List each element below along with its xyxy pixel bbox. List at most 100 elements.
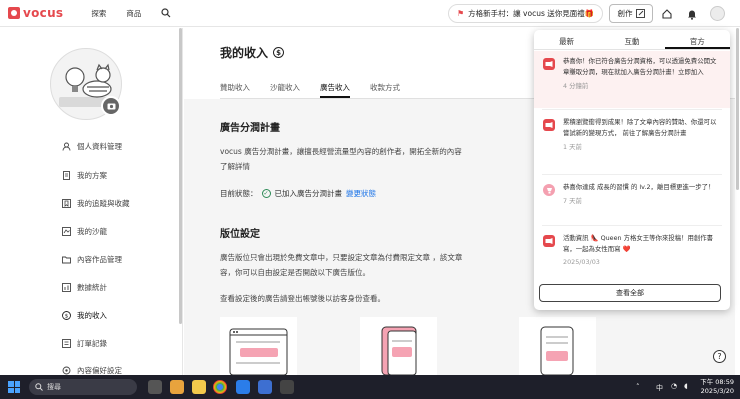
divider xyxy=(542,109,722,110)
sidebar-item-label: 我的方案 xyxy=(77,171,107,180)
chrome-icon[interactable] xyxy=(213,380,227,394)
person-icon xyxy=(62,142,71,151)
notification-text: 累積瀏覽衝得到成果！除了文章內容的贊助、你還可以嘗試新的變現方式， 前往了解廣告… xyxy=(563,118,717,137)
nav-products-link[interactable]: 商品 xyxy=(126,8,141,19)
help-icon[interactable]: ? xyxy=(713,350,726,363)
ad-slot-card-2[interactable] xyxy=(360,317,437,377)
input-language[interactable]: 中 xyxy=(656,383,663,393)
ad-slot-illustration xyxy=(229,328,288,376)
settings-app-icon[interactable] xyxy=(280,380,294,394)
ad-program-desc-line2[interactable]: 了解詳情 xyxy=(220,159,540,174)
dollar-circle-icon: $ xyxy=(273,47,285,58)
change-status-link[interactable]: 變更狀態 xyxy=(346,188,376,199)
notification-text: 活動資訊 👠 Queen 方格女王等你來投稿！用創作書寫，一起為女性而寫 ❤️ xyxy=(563,234,714,253)
search-icon[interactable] xyxy=(161,8,171,18)
camera-icon[interactable] xyxy=(101,96,121,116)
sidebar-item-follows[interactable]: 我的追蹤與收藏 xyxy=(62,198,130,209)
status-label: 目前狀態： xyxy=(220,189,258,198)
notification-bell-icon[interactable] xyxy=(686,8,698,20)
slot-settings-title: 版位設定 xyxy=(220,229,260,240)
newbie-promo-banner[interactable]: ⚑ 方格新手村：讓 vocus 送你見面禮🎁 xyxy=(448,4,603,23)
gift-flag-icon: ⚑ xyxy=(457,9,465,18)
folder-icon xyxy=(62,255,71,264)
sidebar-item-profile[interactable]: 個人資料管理 xyxy=(62,141,122,152)
tab-latest[interactable]: 最新 xyxy=(534,30,599,49)
page-scrollbar-thumb[interactable] xyxy=(736,28,739,190)
slot-desc-line2: 容，你可以自由設定是否開啟以下廣告版位。 xyxy=(220,268,370,277)
windows-start-icon[interactable] xyxy=(8,381,20,393)
file-explorer-icon[interactable] xyxy=(170,380,184,394)
wifi-icon[interactable]: ◔ xyxy=(671,382,677,390)
create-button[interactable]: 創作 xyxy=(609,4,653,23)
taskbar-search[interactable]: 搜尋 xyxy=(29,379,137,395)
page-title: 我的收入 $ xyxy=(220,44,285,61)
view-all-button[interactable]: 查看全部 xyxy=(539,284,721,302)
taskbar-search-placeholder: 搜尋 xyxy=(47,383,61,391)
edit-icon xyxy=(635,9,645,18)
sidebar-item-label: 我的收入 xyxy=(77,311,107,320)
clock-date: 2025/3/20 xyxy=(700,387,734,395)
tab-sponsor-income[interactable]: 贊助收入 xyxy=(220,78,250,98)
sidebar-item-label: 我的追蹤與收藏 xyxy=(77,199,130,208)
logo-mark-icon xyxy=(8,7,20,19)
sticky-notes-icon[interactable] xyxy=(192,380,206,394)
sidebar-item-label: 內容作品管理 xyxy=(77,255,122,264)
page-scrollbar[interactable] xyxy=(735,28,740,375)
page-title-text: 我的收入 xyxy=(220,46,269,60)
notification-item[interactable]: 累積瀏覽衝得到成果！除了文章內容的贊助、你還可以嘗試新的變現方式， 前往了解廣告… xyxy=(534,112,730,172)
sidebar-item-stats[interactable]: 數據統計 xyxy=(62,282,107,293)
user-avatar[interactable] xyxy=(710,6,725,21)
chart-icon xyxy=(62,283,71,292)
tab-payment-method[interactable]: 收款方式 xyxy=(370,78,400,98)
nav-explore-link[interactable]: 探索 xyxy=(91,8,106,19)
tray-chevron-icon[interactable]: ˄ xyxy=(636,383,640,391)
sidebar-item-content[interactable]: 內容作品管理 xyxy=(62,254,122,265)
mail-icon[interactable] xyxy=(236,380,250,394)
sidebar-item-orders[interactable]: 訂單記錄 xyxy=(62,338,107,349)
notification-time: 2025/03/03 xyxy=(563,258,600,266)
notification-time: 1 天前 xyxy=(563,143,582,151)
sidebar-item-plan[interactable]: 我的方案 xyxy=(62,170,107,181)
notification-time: 7 天前 xyxy=(563,197,582,205)
notification-time: 4 分鐘前 xyxy=(563,82,589,90)
volume-icon[interactable]: ◖ xyxy=(684,382,688,390)
notification-text: 恭喜你！你已符合廣告分潤資格，可以透過免費公開文章賺取分潤，現在就加入廣告分潤計… xyxy=(563,57,717,76)
ad-program-status: 目前狀態： ✓ 已加入廣告分潤計畫 變更狀態 xyxy=(220,188,376,199)
vocus-logo[interactable]: vocus xyxy=(8,6,63,20)
sidebar-item-salon[interactable]: 我的沙龍 xyxy=(62,226,107,237)
tab-official[interactable]: 官方 xyxy=(664,30,730,49)
app-icon[interactable] xyxy=(258,380,272,394)
settings-icon xyxy=(62,366,71,375)
tab-interactions[interactable]: 互動 xyxy=(599,30,664,49)
salon-icon xyxy=(62,227,71,236)
notifications-panel: 最新 互動 官方 恭喜你！你已符合廣告分潤資格，可以透過免費公開文章賺取分潤，現… xyxy=(534,30,730,310)
slot-desc-line3: 查看設定後的廣告請登出帳號後以訪客身份查看。 xyxy=(220,294,385,303)
sidebar-item-label: 訂單記錄 xyxy=(77,339,107,348)
clock-time: 下午 08:59 xyxy=(700,378,734,386)
home-icon[interactable] xyxy=(661,8,673,20)
promo-text: 方格新手村：讓 vocus 送你見面禮🎁 xyxy=(468,9,595,18)
receipt-icon xyxy=(62,339,71,348)
system-clock[interactable]: 下午 08:59 2025/3/20 xyxy=(696,378,734,396)
ad-slot-card-1[interactable] xyxy=(220,317,297,377)
ad-slot-illustration xyxy=(540,326,574,376)
sidebar-item-label: 我的沙龍 xyxy=(77,227,107,236)
notification-item[interactable]: 活動資訊 👠 Queen 方格女王等你來投稿！用創作書寫，一起為女性而寫 ❤️ … xyxy=(534,228,730,276)
tab-ad-income[interactable]: 廣告收入 xyxy=(320,78,350,98)
sidebar-item-label: 內容偏好設定 xyxy=(77,365,122,375)
sidebar-item-preferences[interactable]: 內容偏好設定 xyxy=(62,365,122,375)
sidebar-item-income[interactable]: $ 我的收入 xyxy=(62,310,107,321)
logo-text: vocus xyxy=(23,6,64,20)
tab-salon-income[interactable]: 沙龍收入 xyxy=(270,78,300,98)
notification-item[interactable]: 恭喜你！你已符合廣告分潤資格，可以透過免費公開文章賺取分潤，現在就加入廣告分潤計… xyxy=(534,51,730,108)
check-circle-icon: ✓ xyxy=(261,189,271,198)
notification-item[interactable]: 恭喜你達成 成長的習慣 的 lv.2，離目標更進一步了！ 7 天前 xyxy=(534,177,730,223)
windows-taskbar: 搜尋 ˄ 中 ◔ ◖ 下午 08:59 2025/3/20 xyxy=(0,375,740,399)
task-view-icon[interactable] xyxy=(148,380,162,394)
notification-text: 恭喜你達成 成長的習慣 的 lv.2，離目標更進一步了！ xyxy=(563,183,715,191)
ad-slot-card-3[interactable] xyxy=(519,317,596,377)
slot-desc-line1: 廣告版位只會出現於免費文章中，只要設定文章為付費限定文章 ，該文章 xyxy=(220,253,463,262)
sidebar-scrollbar[interactable] xyxy=(179,28,182,324)
svg-text:$: $ xyxy=(65,314,69,320)
status-value: 已加入廣告分潤計畫 xyxy=(274,189,343,198)
